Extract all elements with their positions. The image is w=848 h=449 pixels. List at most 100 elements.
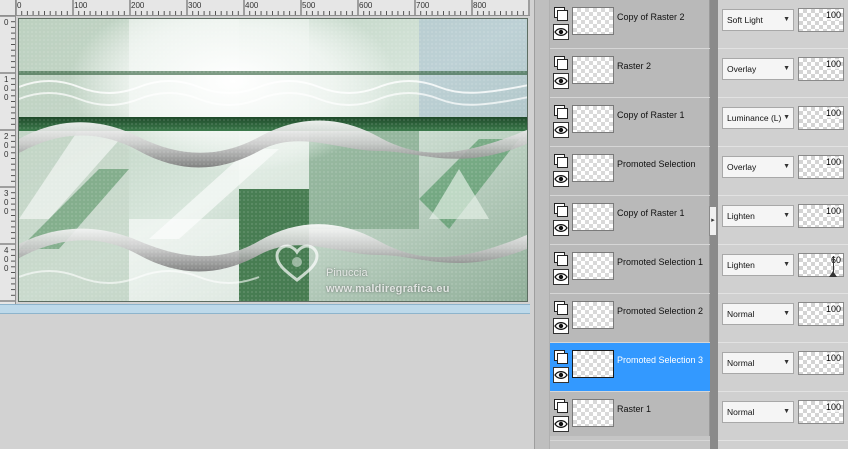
layer-properties-row: Normal ▼ 100 — [718, 392, 848, 441]
ruler-label: 800 — [473, 1, 487, 10]
ruler-label: 300 — [188, 1, 202, 10]
layer-thumbnail — [572, 252, 614, 280]
opacity-slider[interactable]: 100 — [798, 302, 844, 326]
opacity-slider[interactable]: 100 — [798, 106, 844, 130]
layer-thumbnail — [572, 203, 614, 231]
blend-mode-label: Overlay — [727, 64, 757, 74]
eye-icon[interactable] — [553, 122, 569, 138]
layer-selection-icon[interactable] — [553, 349, 569, 365]
chevron-down-icon: ▼ — [783, 212, 790, 219]
blend-mode-select[interactable]: Soft Light ▼ — [722, 9, 794, 31]
blend-mode-label: Normal — [727, 407, 755, 417]
eye-icon[interactable] — [553, 367, 569, 383]
layer-thumbnail — [572, 56, 614, 84]
layer-properties-row: Lighten ▼ 100 — [718, 196, 848, 245]
blend-mode-label: Normal — [727, 309, 755, 319]
opacity-slider[interactable]: 100 — [798, 8, 844, 32]
heart-logo-icon — [275, 244, 319, 282]
ruler-label: 500 — [302, 1, 316, 10]
watermark: Pinuccia www.maldiregrafica.eu — [274, 241, 494, 301]
ruler-label: 100 — [74, 1, 88, 10]
layer-selection-icon[interactable] — [553, 202, 569, 218]
layer-row[interactable]: Promoted Selection 1 — [550, 245, 710, 294]
eye-icon[interactable] — [553, 269, 569, 285]
eye-icon[interactable] — [553, 318, 569, 334]
blend-mode-select[interactable]: Normal ▼ — [722, 303, 794, 325]
blend-mode-select[interactable]: Overlay ▼ — [722, 58, 794, 80]
blend-mode-select[interactable]: Normal ▼ — [722, 352, 794, 374]
layer-row[interactable]: Promoted Selection 3 — [550, 343, 710, 392]
layer-name: Raster 2 — [617, 61, 652, 71]
layer-name: Promoted Selection 1 — [617, 257, 704, 267]
layer-thumbnail — [572, 301, 614, 329]
opacity-value: 100 — [825, 108, 841, 118]
chevron-right-icon[interactable]: ▸ — [709, 206, 717, 236]
layers-palette: Copy of Raster 2 Raster 2 Copy of Raster 1… — [550, 0, 848, 449]
document-window: 0 100 200 300 400 500 600 700 800 0 1 0 … — [0, 0, 534, 449]
opacity-slider[interactable]: 100 — [798, 57, 844, 81]
panel-splitter[interactable] — [534, 0, 550, 449]
layer-properties-row: Lighten ▼ 60 — [718, 245, 848, 294]
ruler-label: 0 — [17, 1, 22, 10]
layer-selection-icon[interactable] — [553, 153, 569, 169]
opacity-slider[interactable]: 100 — [798, 155, 844, 179]
eye-icon[interactable] — [553, 171, 569, 187]
opacity-pointer-icon[interactable] — [829, 271, 837, 277]
eye-icon[interactable] — [553, 416, 569, 432]
blend-mode-label: Overlay — [727, 162, 757, 172]
ruler-label: 4 0 0 — [4, 246, 9, 273]
ruler-label: 200 — [131, 1, 145, 10]
ruler-label: 0 — [4, 18, 9, 27]
blend-mode-select[interactable]: Luminance (L) ▼ — [722, 107, 794, 129]
opacity-slider[interactable]: 100 — [798, 400, 844, 424]
chevron-down-icon: ▼ — [783, 65, 790, 72]
layer-row[interactable]: Promoted Selection 2 — [550, 294, 710, 343]
layer-thumbnail — [572, 399, 614, 427]
layer-row[interactable]: Raster 2 — [550, 49, 710, 98]
ruler-label: 2 0 0 — [4, 132, 9, 159]
blend-mode-label: Luminance (L) — [727, 113, 782, 123]
opacity-value: 100 — [825, 59, 841, 69]
layer-selection-icon[interactable] — [553, 104, 569, 120]
layer-properties: Soft Light ▼ 100 Overlay ▼ 100 Luminance (L) ▼ 1… — [718, 0, 848, 449]
blend-mode-label: Soft Light — [727, 15, 763, 25]
layer-row[interactable]: Copy of Raster 1 — [550, 98, 710, 147]
opacity-value: 100 — [825, 402, 841, 412]
opacity-slider[interactable]: 60 — [798, 253, 844, 277]
layer-thumbnail — [572, 7, 614, 35]
horizontal-scrollbar[interactable] — [0, 304, 530, 314]
eye-icon[interactable] — [553, 24, 569, 40]
opacity-slider[interactable]: 100 — [798, 204, 844, 228]
eye-icon[interactable] — [553, 220, 569, 236]
layer-row[interactable]: Copy of Raster 2 — [550, 0, 710, 49]
layer-row[interactable]: Promoted Selection — [550, 147, 710, 196]
layers-list: Copy of Raster 2 Raster 2 Copy of Raster 1… — [550, 0, 710, 441]
layer-selection-icon[interactable] — [553, 300, 569, 316]
layer-thumbnail — [572, 350, 614, 378]
opacity-value: 100 — [825, 206, 841, 216]
blend-mode-select[interactable]: Normal ▼ — [722, 401, 794, 423]
blend-mode-select[interactable]: Lighten ▼ — [722, 205, 794, 227]
blend-mode-select[interactable]: Lighten ▼ — [722, 254, 794, 276]
layer-selection-icon[interactable] — [553, 398, 569, 414]
blend-mode-label: Lighten — [727, 260, 755, 270]
layer-selection-icon[interactable] — [553, 6, 569, 22]
eye-icon[interactable] — [553, 73, 569, 89]
image-canvas[interactable]: Pinuccia www.maldiregrafica.eu — [18, 18, 528, 302]
opacity-slider[interactable]: 100 — [798, 351, 844, 375]
layer-name: Copy of Raster 1 — [617, 110, 685, 120]
blend-mode-select[interactable]: Overlay ▼ — [722, 156, 794, 178]
layer-selection-icon[interactable] — [553, 55, 569, 71]
layer-row[interactable]: Copy of Raster 1 — [550, 196, 710, 245]
watermark-name: Pinuccia — [326, 267, 368, 279]
layer-properties-row: Normal ▼ 100 — [718, 294, 848, 343]
chevron-down-icon: ▼ — [783, 310, 790, 317]
ruler-corner — [0, 0, 16, 16]
layer-selection-icon[interactable] — [553, 251, 569, 267]
layer-properties-row: Overlay ▼ 100 — [718, 147, 848, 196]
layer-properties-row: Soft Light ▼ 100 — [718, 0, 848, 49]
layer-row[interactable]: Raster 1 — [550, 392, 710, 441]
chevron-down-icon: ▼ — [783, 114, 790, 121]
layer-name: Copy of Raster 1 — [617, 208, 685, 218]
layer-properties-row: Luminance (L) ▼ 100 — [718, 98, 848, 147]
